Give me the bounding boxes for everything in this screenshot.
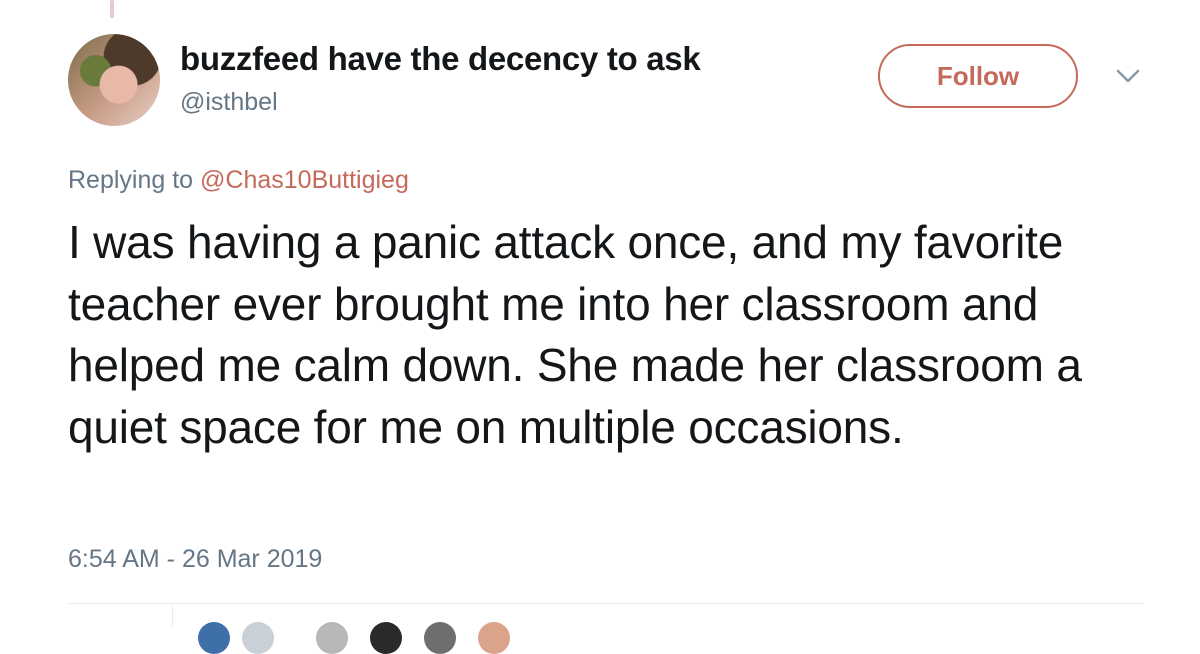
replying-to-link[interactable]: @Chas10Buttigieg: [200, 166, 409, 194]
follow-button[interactable]: Follow: [878, 44, 1078, 108]
avatar[interactable]: [68, 34, 160, 126]
thread-connector-line: [110, 0, 114, 18]
liker-avatar[interactable]: [242, 622, 274, 654]
liker-avatar[interactable]: [424, 622, 456, 654]
stats-divider: [172, 604, 173, 628]
liker-avatar[interactable]: [478, 622, 510, 654]
tweet-timestamp[interactable]: 6:54 AM - 26 Mar 2019: [68, 545, 322, 574]
tweet-text: I was having a panic attack once, and my…: [68, 216, 1082, 453]
liker-avatar[interactable]: [198, 622, 230, 654]
reply-context: Replying to @Chas10Buttigieg: [68, 166, 409, 195]
chevron-down-icon[interactable]: [1114, 66, 1142, 86]
display-name[interactable]: buzzfeed have the decency to ask: [180, 40, 701, 78]
liker-avatar[interactable]: [316, 622, 348, 654]
user-handle[interactable]: @isthbel: [180, 88, 278, 117]
reply-context-prefix: Replying to: [68, 166, 201, 194]
divider: [68, 603, 1144, 604]
liker-avatar[interactable]: [370, 622, 402, 654]
